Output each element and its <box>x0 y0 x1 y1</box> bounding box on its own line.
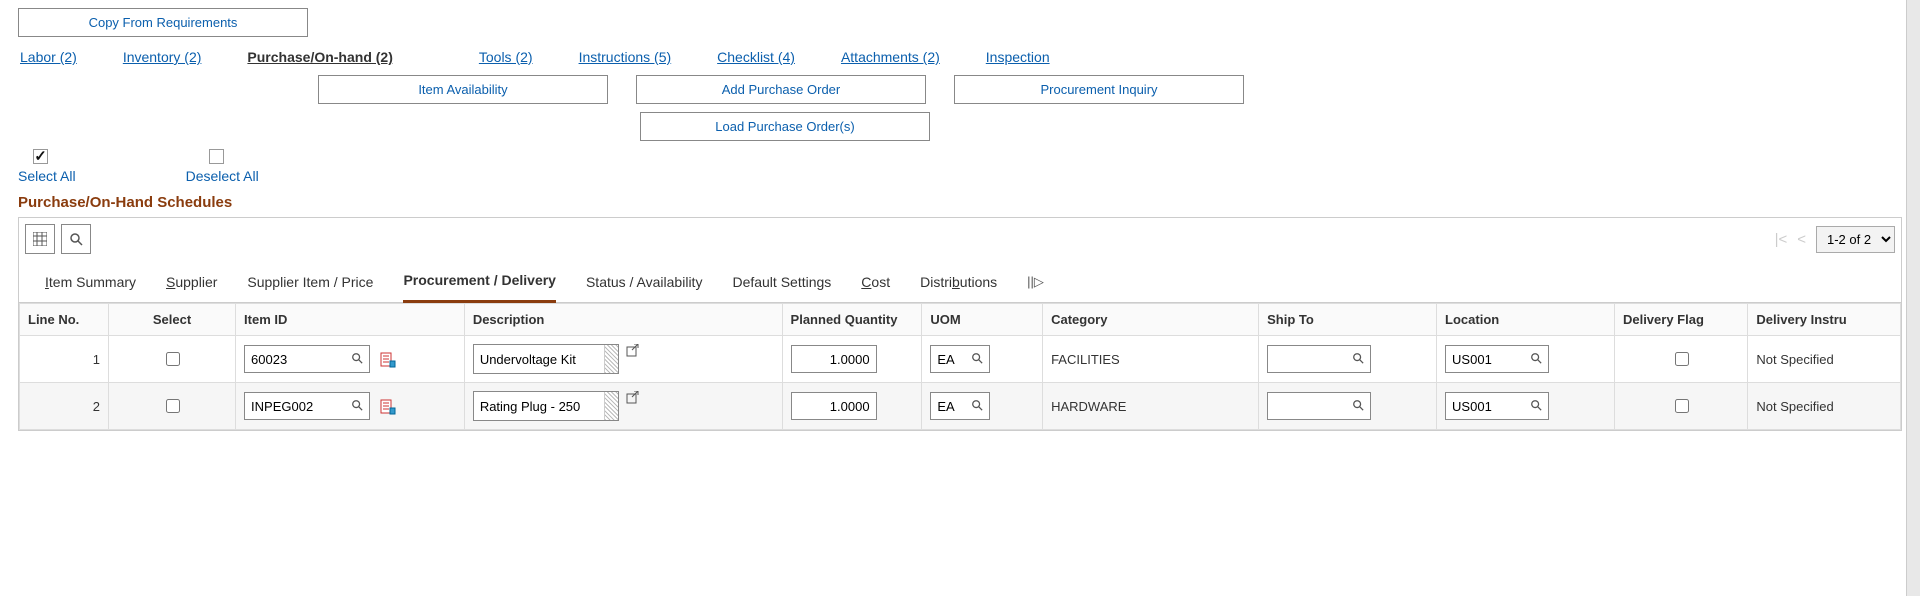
subtab-default-settings[interactable]: Default Settings <box>732 274 831 302</box>
row-select-checkbox[interactable] <box>166 352 180 366</box>
cell-delivery-instr: Not Specified <box>1748 336 1901 383</box>
uom-lookup[interactable] <box>930 345 990 373</box>
tab-checklist[interactable]: Checklist (4) <box>717 49 795 65</box>
ship-to-lookup[interactable] <box>1267 392 1371 420</box>
cell-delivery-instr: Not Specified <box>1748 383 1901 430</box>
resize-handle-icon[interactable] <box>604 392 618 420</box>
col-category: Category <box>1043 304 1259 336</box>
search-icon[interactable] <box>1524 351 1548 367</box>
col-ship-to: Ship To <box>1259 304 1437 336</box>
location-lookup[interactable] <box>1445 392 1549 420</box>
cell-line-no: 2 <box>20 383 109 430</box>
add-purchase-order-button[interactable]: Add Purchase Order <box>636 75 926 104</box>
col-location: Location <box>1437 304 1615 336</box>
search-icon[interactable] <box>965 398 989 414</box>
row-select-checkbox[interactable] <box>166 399 180 413</box>
col-planned-qty: Planned Quantity <box>782 304 922 336</box>
tab-labor[interactable]: Labor (2) <box>20 49 77 65</box>
tab-attachments[interactable]: Attachments (2) <box>841 49 940 65</box>
load-purchase-orders-button[interactable]: Load Purchase Order(s) <box>640 112 930 141</box>
search-icon[interactable] <box>345 351 369 367</box>
cell-line-no: 1 <box>20 336 109 383</box>
search-icon[interactable] <box>965 351 989 367</box>
planned-qty-input[interactable] <box>791 345 877 373</box>
cell-category: HARDWARE <box>1043 383 1259 430</box>
item-id-input[interactable] <box>245 348 345 371</box>
location-input[interactable] <box>1446 395 1524 418</box>
related-items-icon[interactable] <box>380 352 396 368</box>
search-icon[interactable] <box>1346 398 1370 414</box>
ship-to-input[interactable] <box>1268 395 1346 418</box>
subtab-procurement-delivery[interactable]: Procurement / Delivery <box>403 272 556 303</box>
copy-from-requirements-button[interactable]: Copy From Requirements <box>18 8 308 37</box>
col-delivery-instr: Delivery Instru <box>1748 304 1901 336</box>
col-description: Description <box>464 304 782 336</box>
col-uom: UOM <box>922 304 1043 336</box>
description-input[interactable] <box>474 345 604 373</box>
ship-to-lookup[interactable] <box>1267 345 1371 373</box>
uom-input[interactable] <box>931 348 965 371</box>
schedules-table: Line No. Select Item ID Description Plan… <box>19 303 1901 430</box>
subtab-status-availability[interactable]: Status / Availability <box>586 274 702 302</box>
col-item-id: Item ID <box>236 304 465 336</box>
location-lookup[interactable] <box>1445 345 1549 373</box>
section-tabs: Labor (2) Inventory (2) Purchase/On-hand… <box>20 49 1902 65</box>
col-select: Select <box>108 304 235 336</box>
section-title: Purchase/On-Hand Schedules <box>18 194 1902 211</box>
delivery-flag-checkbox[interactable] <box>1675 399 1689 413</box>
description-field[interactable] <box>473 391 619 421</box>
expand-description-icon[interactable] <box>626 391 642 407</box>
tab-inspection[interactable]: Inspection <box>986 49 1050 65</box>
grid-subtabs: Item Summary Supplier Supplier Item / Pr… <box>18 260 1902 303</box>
item-id-lookup[interactable] <box>244 345 370 373</box>
grid-toolbar: |< < 1-2 of 2 <box>18 217 1902 260</box>
grid-settings-icon[interactable] <box>25 224 55 254</box>
select-all-link[interactable]: Select All <box>18 168 76 184</box>
deselect-all-link[interactable]: Deselect All <box>186 168 259 184</box>
subtab-distributions[interactable]: Distributions <box>920 274 997 302</box>
pager-first-icon: |< <box>1775 231 1788 248</box>
search-icon[interactable] <box>1524 398 1548 414</box>
table-row: 2 <box>20 383 1901 430</box>
select-all-checkbox-icon[interactable] <box>33 149 48 164</box>
related-items-icon[interactable] <box>380 399 396 415</box>
uom-input[interactable] <box>931 395 965 418</box>
description-field[interactable] <box>473 344 619 374</box>
item-availability-button[interactable]: Item Availability <box>318 75 608 104</box>
tab-inventory[interactable]: Inventory (2) <box>123 49 202 65</box>
show-all-columns-icon[interactable]: ||▷ <box>1027 274 1044 302</box>
item-id-input[interactable] <box>245 395 345 418</box>
ship-to-input[interactable] <box>1268 348 1346 371</box>
col-delivery-flag: Delivery Flag <box>1614 304 1747 336</box>
grid-find-icon[interactable] <box>61 224 91 254</box>
tab-purchase-onhand[interactable]: Purchase/On-hand (2) <box>247 49 392 65</box>
subtab-item-summary[interactable]: Item Summary <box>45 274 136 302</box>
search-icon[interactable] <box>345 398 369 414</box>
uom-lookup[interactable] <box>930 392 990 420</box>
deselect-all-checkbox-icon[interactable] <box>209 149 224 164</box>
resize-handle-icon[interactable] <box>604 345 618 373</box>
pager-prev-icon: < <box>1797 231 1806 248</box>
tab-instructions[interactable]: Instructions (5) <box>579 49 672 65</box>
cell-category: FACILITIES <box>1043 336 1259 383</box>
search-icon[interactable] <box>1346 351 1370 367</box>
subtab-supplier-item-price[interactable]: Supplier Item / Price <box>247 274 373 302</box>
tab-tools[interactable]: Tools (2) <box>479 49 533 65</box>
subtab-cost[interactable]: Cost <box>861 274 890 302</box>
delivery-flag-checkbox[interactable] <box>1675 352 1689 366</box>
pager-range-select[interactable]: 1-2 of 2 <box>1816 226 1895 253</box>
item-id-lookup[interactable] <box>244 392 370 420</box>
description-input[interactable] <box>474 392 604 420</box>
vertical-scrollbar[interactable] <box>1906 0 1920 596</box>
procurement-inquiry-button[interactable]: Procurement Inquiry <box>954 75 1244 104</box>
location-input[interactable] <box>1446 348 1524 371</box>
subtab-supplier[interactable]: Supplier <box>166 274 217 302</box>
col-line-no: Line No. <box>20 304 109 336</box>
planned-qty-input[interactable] <box>791 392 877 420</box>
table-row: 1 <box>20 336 1901 383</box>
expand-description-icon[interactable] <box>626 344 642 360</box>
